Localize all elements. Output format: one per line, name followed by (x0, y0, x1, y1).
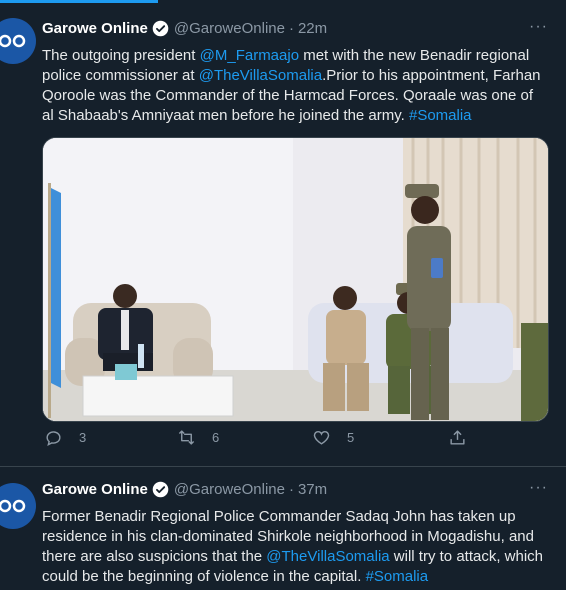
more-options-button[interactable]: ··· (529, 479, 548, 497)
avatar[interactable] (0, 483, 36, 529)
separator-dot: · (288, 481, 294, 498)
like-button[interactable]: 5 (312, 428, 354, 447)
author-handle[interactable]: @GaroweOnline (174, 20, 285, 37)
verified-badge-icon (152, 20, 169, 37)
mention-link[interactable]: @TheVillaSomalia (199, 67, 322, 84)
retweet-button[interactable]: 6 (177, 428, 219, 447)
like-count: 5 (347, 430, 355, 445)
tweet-text: The outgoing president @M_Farmaajo met w… (42, 46, 547, 126)
avatar[interactable] (0, 18, 36, 64)
share-icon (450, 430, 465, 445)
tweet-photo[interactable] (42, 137, 549, 422)
tweet-text: Former Benadir Regional Police Commander… (42, 507, 547, 587)
tweet[interactable]: Garowe Online @GaroweOnline · 22m ··· Th… (0, 0, 566, 467)
meeting-photo (43, 138, 548, 421)
like-icon (313, 430, 330, 445)
hashtag-link[interactable]: #Somalia (366, 568, 429, 585)
tweet-header: Garowe Online @GaroweOnline · 37m (42, 481, 526, 498)
separator-dot: · (288, 20, 294, 37)
mention-link[interactable]: @TheVillaSomalia (266, 548, 389, 565)
retweet-icon (178, 430, 195, 445)
timestamp[interactable]: 37m (298, 481, 327, 498)
logo-icon (0, 34, 26, 48)
more-options-button[interactable]: ··· (529, 18, 548, 36)
timestamp[interactable]: 22m (298, 20, 327, 37)
hashtag-link[interactable]: #Somalia (409, 107, 472, 124)
author-name[interactable]: Garowe Online (42, 20, 148, 37)
author-name[interactable]: Garowe Online (42, 481, 148, 498)
reply-count: 3 (79, 430, 87, 445)
tweet-header: Garowe Online @GaroweOnline · 22m (42, 20, 526, 37)
mention-link[interactable]: @M_Farmaajo (200, 47, 299, 64)
reply-icon (46, 431, 61, 446)
retweet-count: 6 (212, 430, 220, 445)
logo-icon (0, 499, 26, 513)
verified-badge-icon (152, 481, 169, 498)
tweet[interactable]: Garowe Online @GaroweOnline · 37m ··· Fo… (0, 467, 566, 590)
reply-button[interactable]: 3 (44, 428, 86, 447)
tweet-actions: 3 6 5 (44, 428, 484, 458)
share-button[interactable] (448, 428, 483, 447)
author-handle[interactable]: @GaroweOnline (174, 481, 285, 498)
text-segment: The outgoing president (42, 47, 200, 64)
